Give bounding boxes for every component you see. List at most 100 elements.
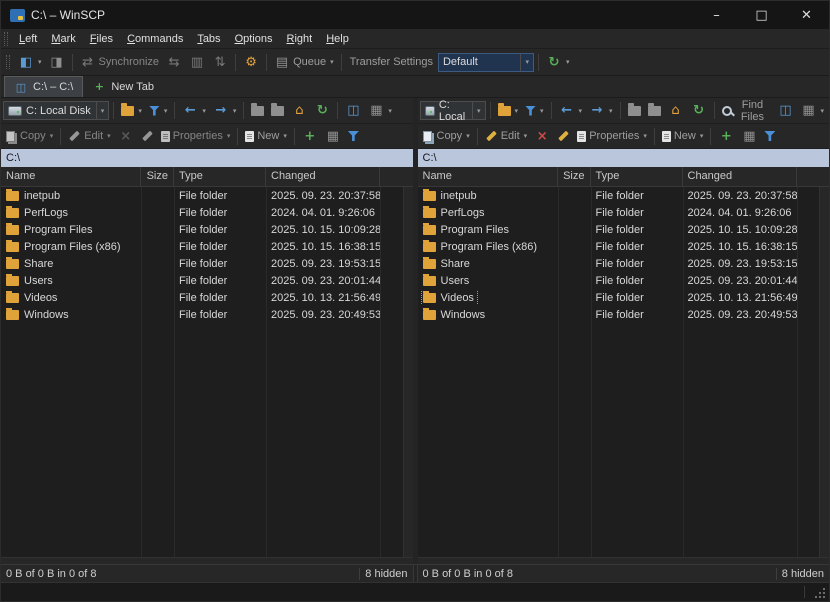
edit-button[interactable]: Edit▾ bbox=[482, 126, 530, 147]
refresh-button[interactable]: ↻ bbox=[688, 100, 710, 121]
path-bar[interactable]: C:\ bbox=[418, 149, 830, 167]
hidden-count[interactable]: 8 hidden bbox=[777, 568, 829, 580]
terminal-button[interactable]: ▥ bbox=[186, 52, 208, 73]
column-header-name[interactable]: Name bbox=[418, 167, 558, 186]
file-row[interactable]: inetpubFile folder2025. 09. 23. 20:37:58 bbox=[1, 187, 413, 204]
file-row[interactable]: Program Files (x86)File folder2025. 10. … bbox=[418, 238, 830, 255]
horizontal-scrollbar[interactable] bbox=[418, 557, 830, 564]
close-button[interactable]: ✕ bbox=[784, 1, 829, 29]
vertical-scrollbar[interactable] bbox=[403, 187, 413, 557]
forward-button[interactable]: →▾ bbox=[586, 100, 616, 121]
selection-filter-button[interactable] bbox=[345, 126, 362, 147]
rename-button[interactable] bbox=[138, 126, 157, 147]
view-options-button[interactable]: ▦▾ bbox=[797, 100, 827, 121]
properties-button[interactable]: Properties▾ bbox=[574, 126, 650, 147]
menu-right[interactable]: Right bbox=[279, 29, 319, 49]
app-icon[interactable] bbox=[10, 9, 25, 22]
mirror-button[interactable]: ⇆ bbox=[163, 52, 185, 73]
synchronize-button[interactable]: ⇄Synchronize bbox=[77, 52, 163, 73]
file-row[interactable]: Program Files (x86)File folder2025. 10. … bbox=[1, 238, 413, 255]
resize-grip[interactable] bbox=[813, 586, 827, 600]
find-files-button[interactable]: Find Files bbox=[719, 100, 774, 121]
menu-help[interactable]: Help bbox=[319, 29, 356, 49]
menu-commands[interactable]: Commands bbox=[120, 29, 190, 49]
toolbar-grip[interactable] bbox=[6, 55, 10, 69]
queue-button[interactable]: ▤Queue▾ bbox=[271, 52, 337, 73]
drive-selector[interactable]: C: Local ▾ bbox=[420, 101, 486, 120]
open-directory-button[interactable]: ▾ bbox=[118, 100, 145, 121]
file-row[interactable]: Program FilesFile folder2025. 10. 15. 10… bbox=[418, 221, 830, 238]
file-row[interactable]: ShareFile folder2025. 09. 23. 19:53:15 bbox=[418, 255, 830, 272]
forward-button[interactable]: →▾ bbox=[210, 100, 240, 121]
menu-options[interactable]: Options bbox=[228, 29, 280, 49]
filter-button[interactable]: ▾ bbox=[146, 100, 171, 121]
file-row[interactable]: inetpubFile folder2025. 09. 23. 20:37:58 bbox=[418, 187, 830, 204]
file-row[interactable]: ShareFile folder2025. 09. 23. 19:53:15 bbox=[1, 255, 413, 272]
home-directory-button[interactable]: ⌂ bbox=[288, 100, 310, 121]
edit-button[interactable]: Edit▾ bbox=[65, 126, 113, 147]
column-header-changed[interactable]: Changed bbox=[266, 167, 380, 186]
maximize-button[interactable]: □ bbox=[739, 1, 784, 29]
file-row[interactable]: WindowsFile folder2025. 09. 23. 20:49:53 bbox=[418, 306, 830, 323]
properties-button[interactable]: Properties▾ bbox=[158, 126, 234, 147]
menu-files[interactable]: Files bbox=[83, 29, 120, 49]
tab-new[interactable]: + New Tab bbox=[83, 76, 163, 97]
home-directory-button[interactable]: ⌂ bbox=[665, 100, 687, 121]
hidden-count[interactable]: 8 hidden bbox=[360, 568, 412, 580]
menu-left[interactable]: Left bbox=[12, 29, 44, 49]
transfer-queue-button[interactable]: ⇅ bbox=[209, 52, 231, 73]
column-header-name[interactable]: Name bbox=[1, 167, 141, 186]
refresh-session-button[interactable]: ↻▾ bbox=[543, 52, 573, 73]
select-add-button[interactable]: + bbox=[715, 126, 737, 147]
select-invert-button[interactable]: ▦ bbox=[322, 126, 344, 147]
open-directory-button[interactable]: ▾ bbox=[495, 100, 522, 121]
menu-tabs[interactable]: Tabs bbox=[190, 29, 227, 49]
back-button[interactable]: ←▾ bbox=[179, 100, 209, 121]
file-row[interactable]: PerfLogsFile folder2024. 04. 01. 9:26:06 bbox=[418, 204, 830, 221]
column-header-changed[interactable]: Changed bbox=[683, 167, 797, 186]
column-header-type[interactable]: Type bbox=[174, 167, 266, 186]
copy-button[interactable]: Copy▾ bbox=[420, 126, 473, 147]
file-row[interactable]: PerfLogsFile folder2024. 04. 01. 9:26:06 bbox=[1, 204, 413, 221]
file-row[interactable]: VideosFile folder2025. 10. 13. 21:56:49 bbox=[1, 289, 413, 306]
file-row[interactable]: WindowsFile folder2025. 09. 23. 20:49:53 bbox=[1, 306, 413, 323]
select-add-button[interactable]: + bbox=[299, 126, 321, 147]
toolbar-grip[interactable] bbox=[4, 32, 8, 46]
preferences-button[interactable]: ⚙ bbox=[240, 52, 262, 73]
menu-mark[interactable]: Mark bbox=[44, 29, 82, 49]
back-button[interactable]: ←▾ bbox=[556, 100, 586, 121]
tree-view-button[interactable]: ◫ bbox=[342, 100, 364, 121]
parent-directory-button[interactable] bbox=[248, 100, 267, 121]
filter-button[interactable]: ▾ bbox=[522, 100, 547, 121]
path-bar[interactable]: C:\ bbox=[1, 149, 413, 167]
file-row[interactable]: UsersFile folder2025. 09. 23. 20:01:44 bbox=[418, 272, 830, 289]
select-invert-button[interactable]: ▦ bbox=[738, 126, 760, 147]
tab-session[interactable]: ◫ C:\ – C:\ bbox=[4, 76, 83, 97]
new-button[interactable]: New▾ bbox=[242, 126, 290, 147]
tree-view-button[interactable]: ◫ bbox=[774, 100, 796, 121]
minimize-button[interactable]: – bbox=[694, 1, 739, 29]
column-header-size[interactable]: Size bbox=[558, 167, 591, 186]
dock-right-button[interactable]: ◨ bbox=[46, 52, 68, 73]
rename-button[interactable] bbox=[554, 126, 573, 147]
root-directory-button[interactable] bbox=[268, 100, 287, 121]
copy-button[interactable]: Copy▾ bbox=[3, 126, 56, 147]
root-directory-button[interactable] bbox=[645, 100, 664, 121]
file-row[interactable]: VideosFile folder2025. 10. 13. 21:56:49 bbox=[418, 289, 830, 306]
vertical-scrollbar[interactable] bbox=[819, 187, 829, 557]
file-row[interactable]: UsersFile folder2025. 09. 23. 20:01:44 bbox=[1, 272, 413, 289]
dock-left-button[interactable]: ◧▾ bbox=[15, 52, 45, 73]
drive-selector[interactable]: C: Local Disk ▾ bbox=[3, 101, 109, 120]
refresh-button[interactable]: ↻ bbox=[311, 100, 333, 121]
horizontal-scrollbar[interactable] bbox=[1, 557, 413, 564]
selection-filter-button[interactable] bbox=[761, 126, 778, 147]
transfer-settings-select[interactable]: Default ▾ bbox=[438, 53, 534, 72]
view-options-button[interactable]: ▦▾ bbox=[365, 100, 395, 121]
delete-button[interactable]: × bbox=[531, 126, 553, 147]
column-header-size[interactable]: Size bbox=[141, 167, 174, 186]
parent-directory-button[interactable] bbox=[625, 100, 644, 121]
delete-button[interactable]: × bbox=[115, 126, 137, 147]
file-row[interactable]: Program FilesFile folder2025. 10. 15. 10… bbox=[1, 221, 413, 238]
column-header-type[interactable]: Type bbox=[591, 167, 683, 186]
new-button[interactable]: New▾ bbox=[659, 126, 707, 147]
